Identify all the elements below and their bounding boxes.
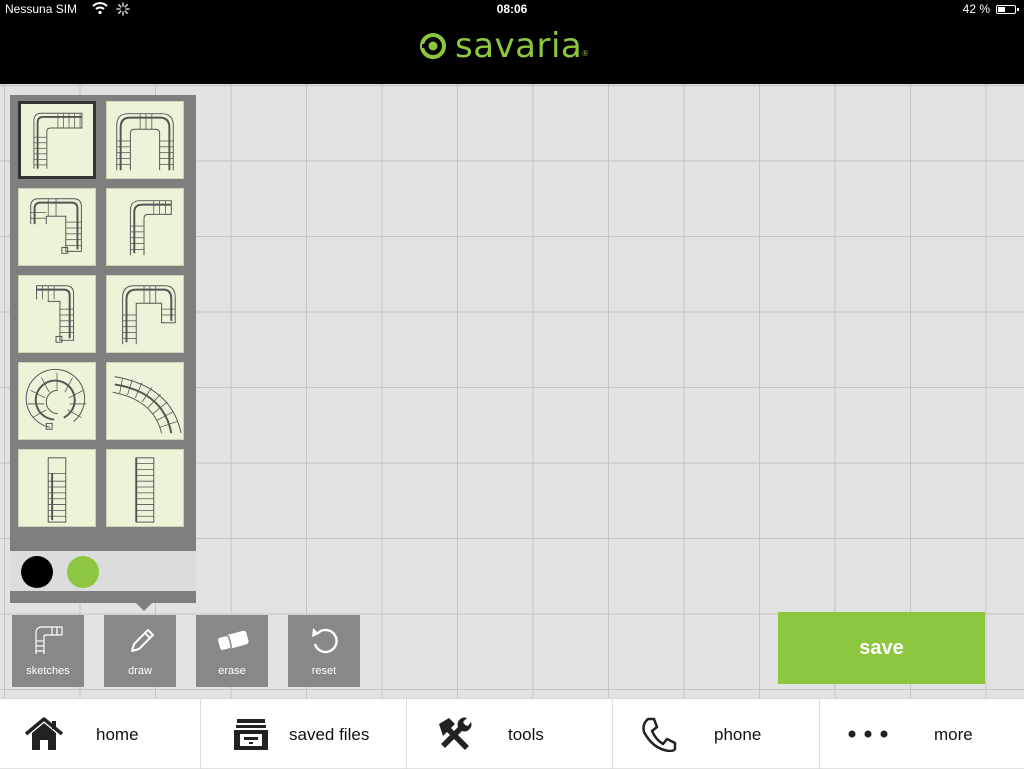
status-bar: Nessuna SIM 08:06 42 %	[0, 0, 1024, 20]
eraser-icon	[216, 630, 249, 652]
sketch-template-spiral[interactable]	[18, 362, 96, 440]
more-icon	[848, 730, 888, 738]
tools-icon	[439, 717, 472, 750]
reset-label: reset	[311, 665, 337, 677]
erase-button[interactable]: erase	[196, 615, 268, 687]
sketches-button[interactable]: sketches	[12, 615, 84, 687]
sketch-template-l-shaped-landing[interactable]	[18, 101, 96, 179]
sketch-template-l-shaped-winder-right[interactable]	[18, 275, 96, 353]
nav-label-saved-files: saved files	[289, 725, 370, 744]
sketches-panel	[10, 95, 196, 611]
nav-item-saved-files[interactable]: saved files	[201, 699, 407, 769]
pencil-icon	[131, 629, 154, 652]
sketches-label: sketches	[26, 665, 70, 677]
file-cabinet-icon	[234, 719, 268, 750]
stair-curved-icon	[112, 376, 182, 434]
color-swatch-green[interactable]	[67, 556, 99, 588]
brand-name: savaria	[455, 26, 583, 66]
nav-item-home[interactable]: home	[0, 699, 201, 769]
app-header: savaria ®	[0, 20, 1024, 84]
sketch-template-curved[interactable]	[106, 362, 184, 440]
nav-label-more: more	[934, 725, 973, 744]
home-icon	[24, 717, 64, 750]
brand-registered-mark: ®	[582, 48, 589, 58]
draw-label: draw	[128, 665, 152, 677]
stair-straight-landing-icon	[47, 457, 67, 523]
color-picker	[10, 551, 196, 591]
stair-l-winder-right-icon	[36, 285, 75, 343]
color-swatch-black[interactable]	[21, 556, 53, 588]
sketch-template-u-shaped-winder-left[interactable]	[18, 188, 96, 266]
draw-button[interactable]: draw	[104, 615, 176, 687]
nav-item-phone[interactable]: phone	[613, 699, 820, 769]
nav-item-tools[interactable]: tools	[407, 699, 613, 769]
sketch-template-u-shaped-winder[interactable]	[106, 275, 184, 353]
stair-u-winder-icon	[30, 198, 82, 254]
stair-spiral-icon	[25, 368, 87, 430]
phone-icon	[642, 717, 677, 752]
stair-l-landing-icon	[33, 112, 83, 169]
nav-label-phone: phone	[714, 725, 762, 744]
bottom-navigation: home saved files tools phone more	[0, 698, 1024, 769]
clock: 08:06	[496, 2, 528, 16]
stair-straight-icon	[135, 457, 155, 523]
battery-icon	[996, 5, 1019, 14]
sketch-template-u-shaped-landing[interactable]	[106, 101, 184, 179]
sketch-template-straight-landing[interactable]	[18, 449, 96, 527]
stair-l-winder-icon	[129, 200, 172, 256]
save-button[interactable]: save	[778, 612, 985, 684]
nav-label-home: home	[96, 725, 139, 744]
undo-icon	[312, 628, 338, 654]
battery-percentage: 42 %	[962, 2, 990, 16]
sketch-template-l-shaped-winder[interactable]	[106, 188, 184, 266]
nav-label-tools: tools	[508, 725, 544, 744]
savaria-logo: savaria ®	[419, 26, 588, 66]
stairs-icon	[35, 626, 63, 654]
stair-u-landing-icon	[116, 113, 174, 171]
nav-item-more[interactable]: more	[820, 699, 1024, 769]
sketch-template-straight[interactable]	[106, 449, 184, 527]
stair-u-winder-right-icon	[122, 285, 176, 345]
erase-label: erase	[218, 665, 246, 677]
savaria-swirl-icon	[420, 33, 446, 59]
reset-button[interactable]: reset	[288, 615, 360, 687]
